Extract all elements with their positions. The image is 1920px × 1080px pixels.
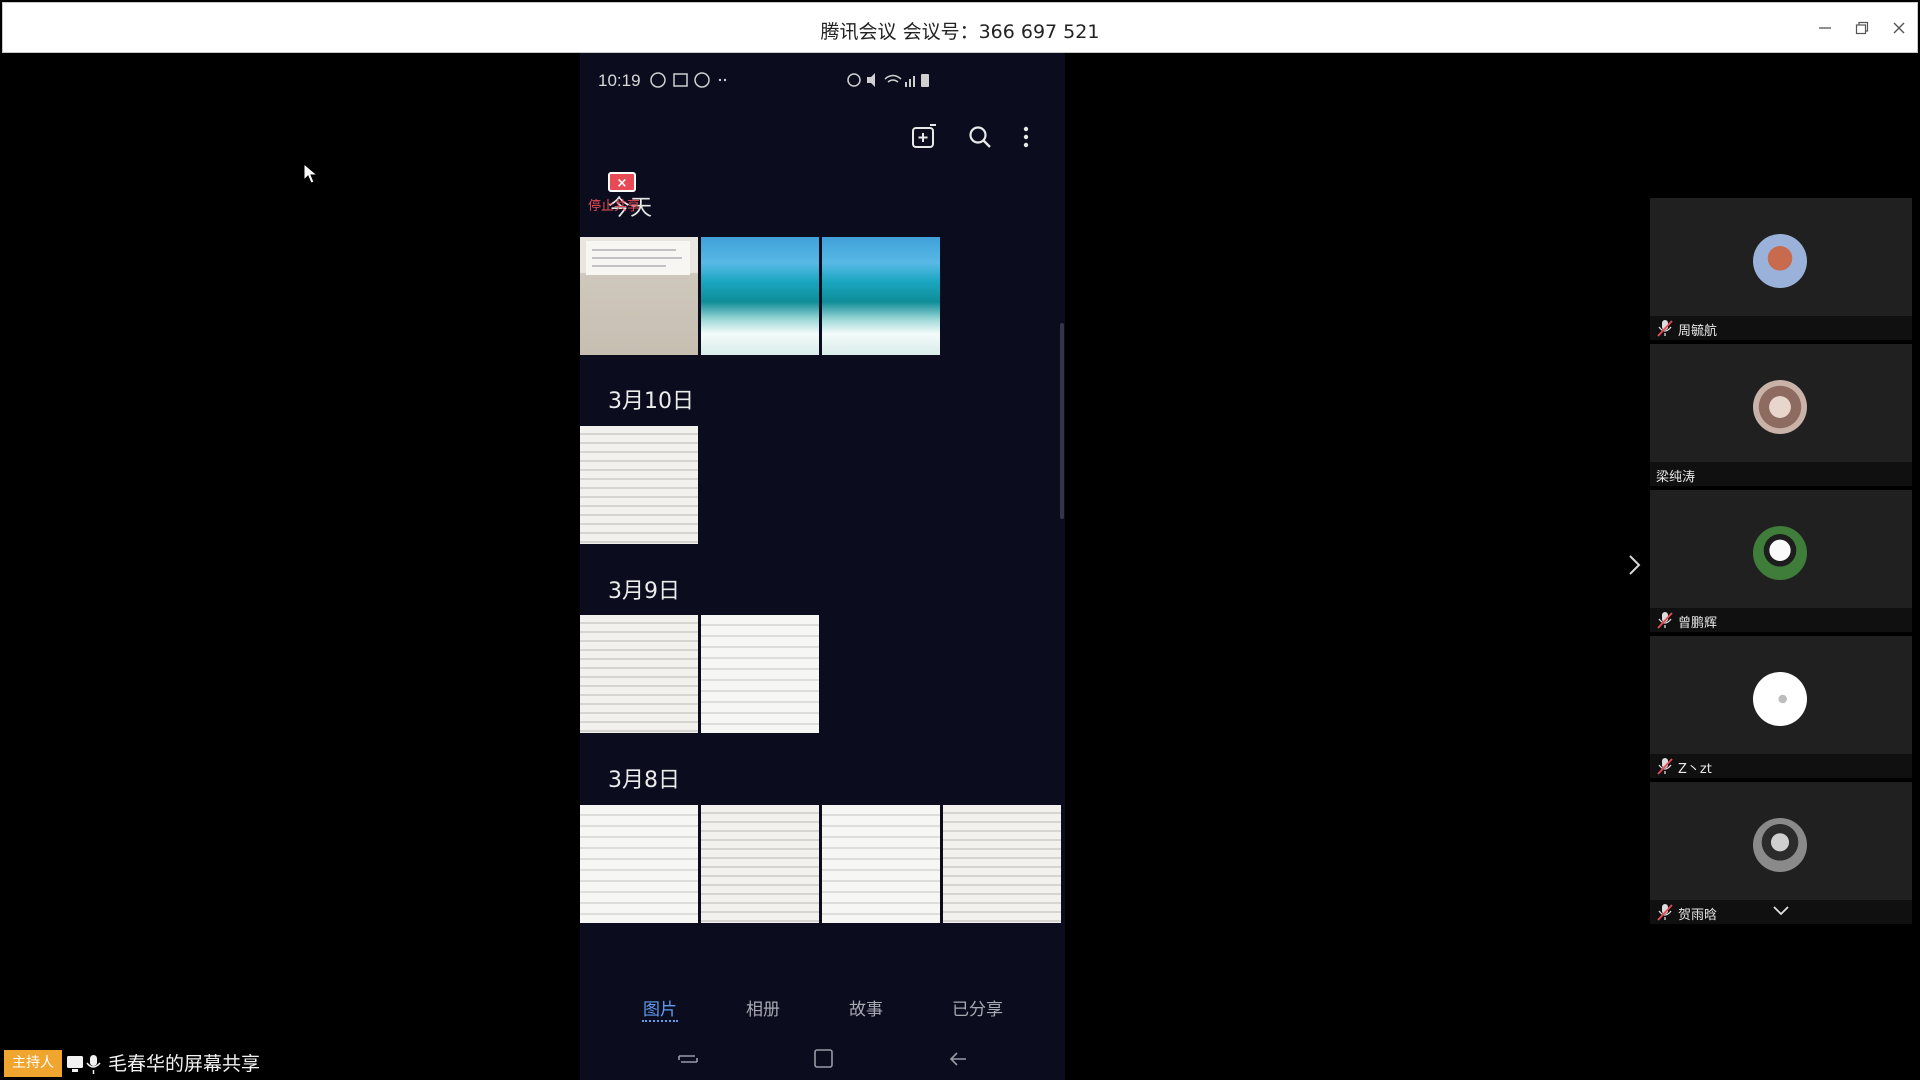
participant-video-tile[interactable] xyxy=(1650,636,1912,754)
shared-phone-screen: 10:19 今天 × 停止共享 3月10日 3月9日 3月8日 图片 相册 故事… xyxy=(580,53,1065,1080)
mic-muted-icon xyxy=(1657,320,1673,337)
photo-thumbnail[interactable] xyxy=(822,805,940,923)
participant-name-bar: 贺雨晗 xyxy=(1650,900,1912,924)
gallery-scrollbar[interactable] xyxy=(1060,323,1064,519)
section-date-label: 3月8日 xyxy=(608,768,680,793)
gallery-toolbar xyxy=(580,107,1065,167)
participant-name-bar: 曾鹏辉 xyxy=(1650,608,1912,632)
minimize-button[interactable] xyxy=(1809,13,1841,43)
participant-video-tile[interactable] xyxy=(1650,198,1912,316)
active-tab-indicator xyxy=(642,1020,678,1022)
restore-icon xyxy=(1855,21,1869,35)
photo-thumbnail[interactable] xyxy=(822,237,940,355)
minimize-icon xyxy=(1819,27,1831,29)
participant-video-tile[interactable] xyxy=(1650,490,1912,608)
photo-thumbnail[interactable] xyxy=(701,615,819,733)
participant-name: 曾鹏辉 xyxy=(1678,616,1718,631)
meeting-window: 腾讯会议 会议号：366 697 521 10:19 今天 × 停止共享 3月1… xyxy=(0,0,1920,1080)
phone-status-bar: 10:19 xyxy=(580,53,1065,107)
gallery-tab-bar: 图片 相册 故事 已分享 xyxy=(580,973,1065,1023)
section-date-label: 3月10日 xyxy=(608,389,694,414)
tab-pictures[interactable]: 图片 xyxy=(643,995,677,1020)
participant-name: Z丶zt xyxy=(1678,762,1712,777)
tab-stories[interactable]: 故事 xyxy=(849,995,883,1020)
stop-share-icon: × xyxy=(608,172,636,192)
photo-thumbnail[interactable] xyxy=(701,805,819,923)
chevron-down-icon[interactable] xyxy=(1772,904,1790,918)
mouse-cursor-icon xyxy=(303,163,319,184)
participant-video-tile[interactable] xyxy=(1650,344,1912,462)
close-button[interactable] xyxy=(1883,13,1915,43)
participant-name: 梁纯涛 xyxy=(1656,470,1696,485)
participants-panel: 周毓航 梁纯涛 曾鹏辉 Z丶zt 贺雨晗 xyxy=(1650,198,1912,928)
search-icon xyxy=(969,126,991,148)
system-status-icons xyxy=(847,73,929,87)
stop-share-button[interactable]: × 停止共享 xyxy=(588,168,668,216)
create-button[interactable] xyxy=(906,119,942,155)
phone-navigation-bar xyxy=(580,1038,1065,1080)
tab-shared[interactable]: 已分享 xyxy=(952,995,1003,1020)
participant-name: 周毓航 xyxy=(1678,324,1718,339)
tab-albums[interactable]: 相册 xyxy=(746,995,780,1020)
note-paper-image xyxy=(586,241,690,275)
mic-muted-icon xyxy=(1657,758,1673,775)
back-arrow-icon[interactable] xyxy=(946,1048,972,1070)
close-icon xyxy=(1893,22,1905,34)
window-title: 腾讯会议 会议号：366 697 521 xyxy=(820,21,1100,43)
recent-apps-icon[interactable] xyxy=(675,1048,701,1070)
photo-thumbnail[interactable] xyxy=(580,805,698,923)
search-button[interactable] xyxy=(962,119,998,155)
more-vertical-icon xyxy=(1023,126,1029,148)
avatar xyxy=(1753,526,1807,580)
more-options-button[interactable] xyxy=(1008,119,1044,155)
status-time: 10:19 xyxy=(598,71,641,90)
host-badge: 主持人 xyxy=(4,1050,62,1077)
participant-name-bar: 梁纯涛 xyxy=(1650,462,1912,486)
photo-thumbnail[interactable] xyxy=(580,237,698,355)
mic-muted-icon xyxy=(1657,612,1673,629)
avatar xyxy=(1753,818,1807,872)
create-media-icon xyxy=(912,124,936,148)
participant-name-bar: Z丶zt xyxy=(1650,754,1912,778)
photo-thumbnail[interactable] xyxy=(701,237,819,355)
avatar xyxy=(1753,234,1807,288)
screen-share-icon xyxy=(67,1055,101,1074)
title-bar: 腾讯会议 会议号：366 697 521 xyxy=(2,2,1918,53)
mic-muted-icon xyxy=(1657,904,1673,921)
participant-video-tile[interactable] xyxy=(1650,782,1912,900)
avatar xyxy=(1753,672,1807,726)
stop-share-label: 停止共享 xyxy=(588,199,641,214)
section-date-label: 3月9日 xyxy=(608,579,680,604)
photo-thumbnail[interactable] xyxy=(580,615,698,733)
photo-thumbnail[interactable] xyxy=(580,426,698,544)
home-icon[interactable] xyxy=(811,1048,837,1070)
notification-icons xyxy=(650,72,727,88)
chevron-right-icon[interactable] xyxy=(1624,552,1646,578)
avatar xyxy=(1753,380,1807,434)
participant-name-bar: 周毓航 xyxy=(1650,316,1912,340)
restore-button[interactable] xyxy=(1846,13,1878,43)
screen-share-label: 毛春华的屏幕共享 xyxy=(108,1053,261,1075)
participant-name: 贺雨晗 xyxy=(1678,908,1718,923)
photo-thumbnail[interactable] xyxy=(943,805,1061,923)
